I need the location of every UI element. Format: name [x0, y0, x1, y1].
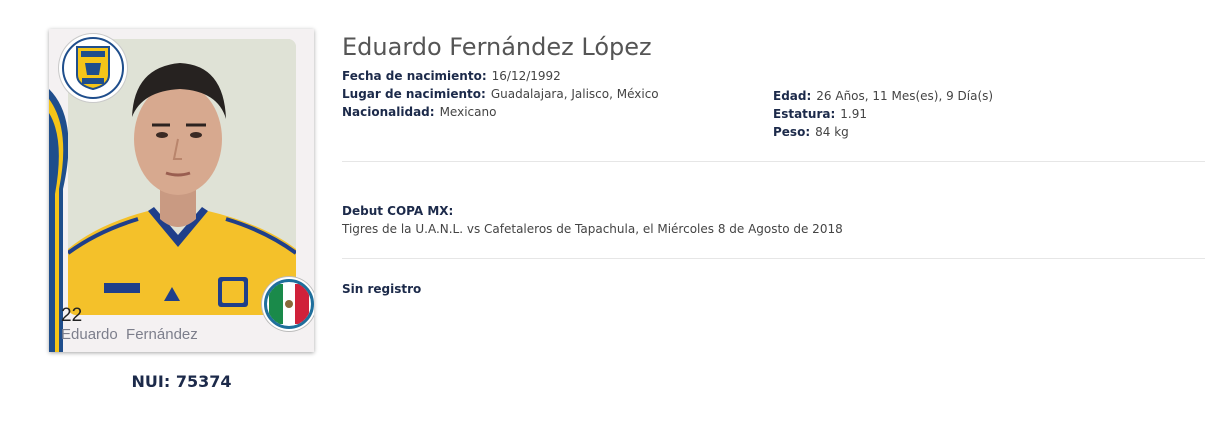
nui-label: NUI: 75374 [131, 372, 232, 391]
detail-nationality: Nacionalidad: Mexicano [342, 105, 496, 119]
detail-label: Estatura: [773, 107, 836, 121]
detail-value: 16/12/1992 [491, 69, 561, 83]
detail-value: 1.91 [840, 107, 867, 121]
detail-value: Guadalajara, Jalisco, México [490, 87, 659, 101]
detail-weight: Peso: 84 kg [773, 125, 849, 139]
player-card: 22 Eduardo Fernández [49, 29, 314, 352]
detail-birth-place: Lugar de nacimiento: Guadalajara, Jalisco… [342, 87, 659, 101]
detail-label: Lugar de nacimiento: [342, 87, 486, 101]
detail-value: 26 Años, 11 Mes(es), 9 Día(s) [816, 89, 994, 103]
detail-label: Fecha de nacimiento: [342, 69, 487, 83]
detail-height: Estatura: 1.91 [773, 107, 867, 121]
debut-text: Tigres de la U.A.N.L. vs Cafetaleros de … [342, 222, 843, 236]
card-player-name: Eduardo Fernández [61, 326, 198, 343]
detail-label: Peso: [773, 125, 811, 139]
detail-label: Nacionalidad: [342, 105, 435, 119]
mexico-flag-icon [264, 279, 314, 329]
section-divider [342, 258, 1205, 259]
club-crest-icon [62, 37, 124, 99]
jersey-number: 22 [61, 305, 83, 326]
detail-birth-date: Fecha de nacimiento: 16/12/1992 [342, 69, 561, 83]
records-text: Sin registro [342, 282, 422, 296]
detail-value: 84 kg [815, 125, 849, 139]
detail-label: Edad: [773, 89, 812, 103]
detail-age: Edad: 26 Años, 11 Mes(es), 9 Día(s) [773, 89, 993, 103]
section-divider [342, 161, 1205, 162]
detail-value: Mexicano [439, 105, 497, 119]
debut-title: Debut COPA MX: [342, 204, 454, 218]
page-title: Eduardo Fernández López [342, 33, 652, 61]
